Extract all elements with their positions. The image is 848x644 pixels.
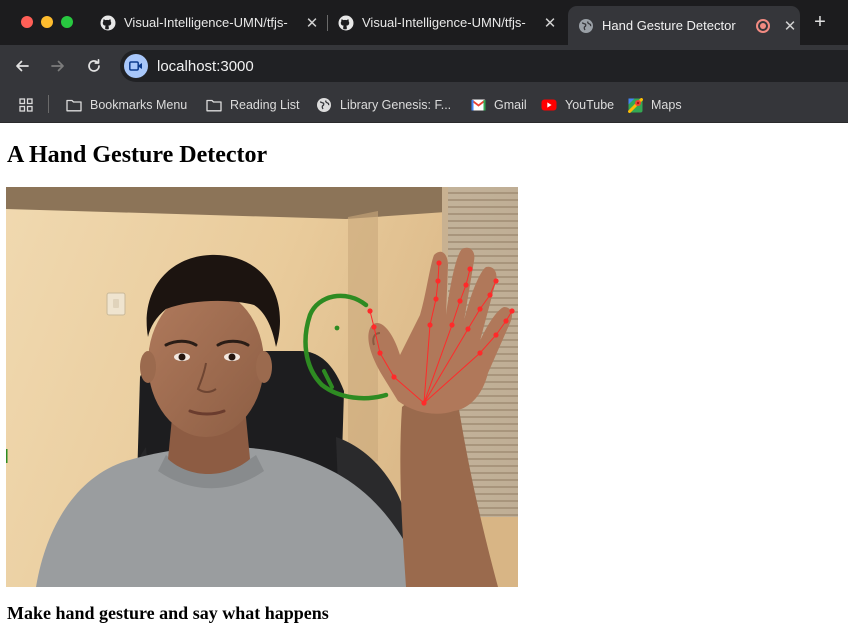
arrow-left-icon — [16, 60, 29, 72]
tab-github-1[interactable]: Visual-Intelligence-UMN/tfjs- ✕ — [100, 6, 322, 39]
back-button[interactable] — [11, 55, 33, 77]
reload-button[interactable] — [83, 55, 105, 77]
webcam-video-canvas — [6, 187, 518, 587]
folder-icon — [66, 97, 82, 113]
close-tab-icon[interactable]: ✕ — [780, 16, 800, 36]
bookmark-label: Gmail — [494, 98, 527, 112]
bookmark-youtube[interactable]: YouTube — [541, 95, 614, 115]
drawn-smiley-eye — [334, 325, 340, 331]
maximize-window-button[interactable] — [61, 16, 73, 28]
reload-icon — [88, 58, 100, 72]
new-tab-button[interactable]: + — [810, 12, 830, 32]
address-bar[interactable]: localhost:3000 — [120, 50, 848, 82]
bookmark-maps[interactable]: Maps — [627, 95, 682, 115]
globe-icon — [316, 97, 332, 113]
page-title: A Hand Gesture Detector — [7, 142, 268, 168]
bookmark-label: Bookmarks Menu — [90, 98, 188, 112]
bookmark-library-genesis[interactable]: Library Genesis: F... — [316, 95, 451, 115]
page-content: A Hand Gesture Detector Make hand gestur… — [0, 124, 848, 644]
bookmark-label: Library Genesis: F... — [340, 98, 452, 112]
youtube-icon — [541, 97, 557, 113]
close-tab-icon[interactable]: ✕ — [540, 13, 560, 33]
bookmarks-bar: Bookmarks Menu Reading List Library Gene… — [0, 87, 848, 123]
bookmark-reading-list[interactable]: Reading List — [206, 95, 300, 115]
url-text: localhost:3000 — [157, 57, 254, 75]
maps-icon — [627, 97, 643, 113]
tab-title: Visual-Intelligence-UMN/tfjs- — [124, 15, 288, 30]
tab-title: Visual-Intelligence-UMN/tfjs- — [362, 15, 526, 30]
tab-separator — [327, 15, 328, 31]
gmail-icon — [470, 97, 486, 113]
apps-button[interactable] — [18, 95, 42, 115]
folder-icon — [206, 97, 222, 113]
bookmark-label: Reading List — [230, 98, 300, 112]
browser-toolbar: localhost:3000 — [0, 45, 848, 87]
forward-button[interactable] — [47, 55, 69, 77]
bookmark-label: Maps — [651, 98, 682, 112]
github-icon — [338, 15, 354, 31]
tab-hand-gesture-detector[interactable]: Hand Gesture Detector ✕ — [568, 6, 800, 45]
bookmarks-separator — [48, 95, 49, 113]
tab-strip: Visual-Intelligence-UMN/tfjs- ✕ Visual-I… — [0, 0, 848, 45]
arrow-right-icon — [51, 60, 64, 72]
bookmark-label: YouTube — [565, 98, 615, 112]
tab-title: Hand Gesture Detector — [602, 18, 736, 33]
apps-grid-icon — [18, 97, 34, 113]
github-icon — [100, 15, 116, 31]
tab-github-2[interactable]: Visual-Intelligence-UMN/tfjs- ✕ — [338, 6, 560, 39]
bookmark-bookmarks-menu[interactable]: Bookmarks Menu — [66, 95, 187, 115]
recording-indicator-icon — [756, 18, 770, 33]
bookmark-gmail[interactable]: Gmail — [470, 95, 527, 115]
instruction-caption: Make hand gesture and say what happens — [7, 603, 329, 623]
close-tab-icon[interactable]: ✕ — [302, 13, 322, 33]
close-window-button[interactable] — [21, 16, 33, 28]
camera-icon[interactable] — [124, 54, 148, 78]
globe-icon — [578, 18, 594, 34]
minimize-window-button[interactable] — [41, 16, 53, 28]
